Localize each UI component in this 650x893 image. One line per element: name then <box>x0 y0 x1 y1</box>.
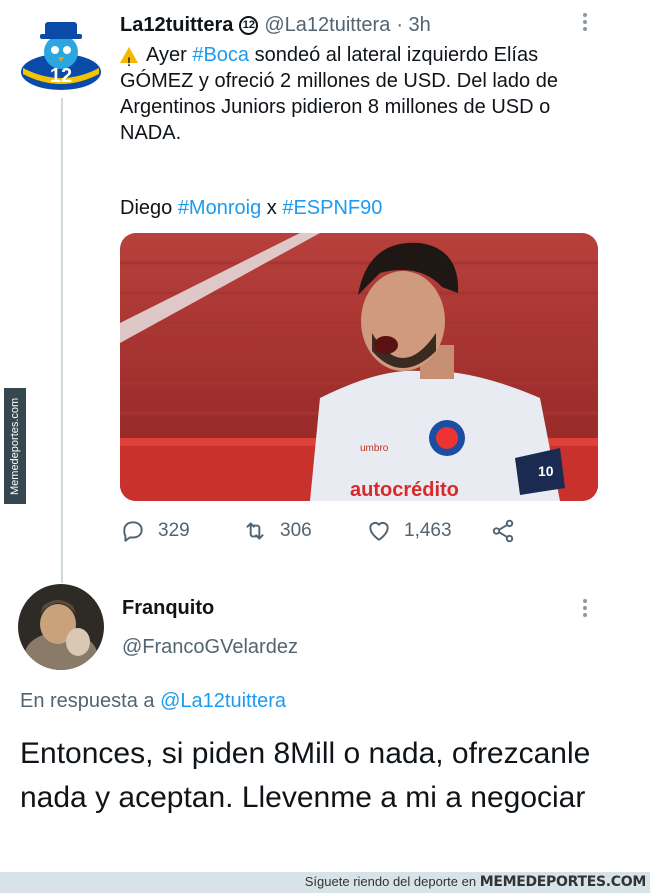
in-reply-handle[interactable]: @La12tuittera <box>160 690 286 712</box>
tweet-credit: Diego #Monroig x #ESPNF90 <box>120 195 382 221</box>
tweet-text: Ayer #Boca sondeó al lateral izquierdo E… <box>120 42 600 146</box>
author-avatar[interactable]: 12 <box>18 14 104 96</box>
footer-brand: MEMEDEPORTES.COM <box>479 874 647 890</box>
photo-sponsor: autocrédito <box>350 479 459 501</box>
credit-name: Diego <box>120 197 178 219</box>
reply-avatar[interactable] <box>18 584 104 670</box>
reply-author-handle[interactable]: @FrancoGVelardez <box>122 636 298 659</box>
reply-button[interactable]: 329 <box>120 518 190 544</box>
tweet-text-part: Ayer <box>146 44 193 66</box>
more-icon[interactable] <box>578 10 592 36</box>
warning-icon <box>120 47 138 75</box>
reply-author-name[interactable]: Franquito <box>122 597 214 620</box>
like-count: 1,463 <box>404 520 452 541</box>
tweet-photo[interactable]: umbro 10 autocrédito <box>120 233 598 501</box>
footer-text: Síguete riendo del deporte en <box>304 874 480 889</box>
tweet-time[interactable]: · 3h <box>396 14 430 37</box>
retweet-count: 306 <box>280 520 312 541</box>
side-watermark: Memedeportes.com <box>4 388 26 504</box>
tweet-header: La12tuittera 12 @La12tuittera · 3h <box>120 10 600 40</box>
tweet-actions: 329 306 1,463 <box>120 518 600 550</box>
in-reply-to: En respuesta a @La12tuittera <box>20 690 286 713</box>
credit-sep: x <box>261 197 283 219</box>
retweet-button[interactable]: 306 <box>242 518 312 544</box>
badge-icon: 12 <box>239 15 259 35</box>
reply-more-icon[interactable] <box>578 596 592 622</box>
hashtag-espnf90[interactable]: #ESPNF90 <box>282 197 382 219</box>
photo-kit-brand: umbro <box>360 443 389 454</box>
reply-count: 329 <box>158 520 190 541</box>
like-icon <box>369 521 389 541</box>
thread-line <box>61 98 63 583</box>
hashtag-boca[interactable]: #Boca <box>192 44 249 66</box>
reply-text: Entonces, si piden 8Mill o nada, ofrezca… <box>20 737 591 814</box>
footer-watermark: Síguete riendo del deporte en MEMEDEPORT… <box>0 872 650 893</box>
share-button[interactable] <box>490 518 516 544</box>
like-button[interactable]: 1,463 <box>366 518 452 544</box>
author-name[interactable]: La12tuittera <box>120 14 233 37</box>
hashtag-monroig[interactable]: #Monroig <box>178 197 261 219</box>
photo-number: 10 <box>538 463 554 479</box>
author-handle[interactable]: @La12tuittera <box>264 14 390 37</box>
retweet-icon <box>246 522 264 540</box>
in-reply-label: En respuesta a <box>20 690 161 712</box>
reply-icon <box>123 521 143 542</box>
share-icon <box>492 519 514 543</box>
avatar-number: 12 <box>50 65 72 87</box>
